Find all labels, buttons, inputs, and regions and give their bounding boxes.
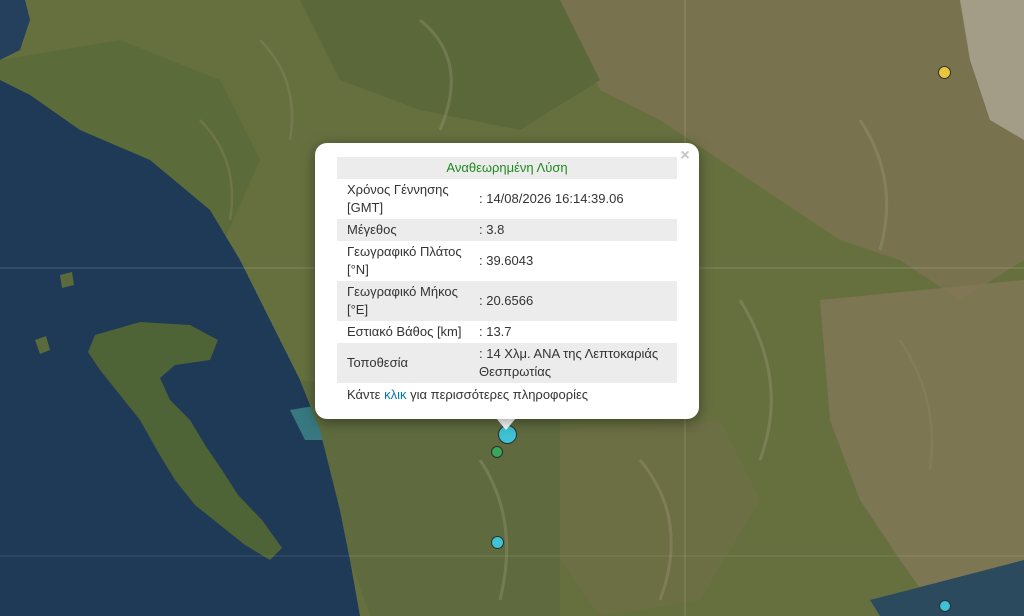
popup-tip <box>496 418 516 430</box>
depth-value: : 13.7 <box>479 324 512 339</box>
longitude-label: Γεωγραφικό Μήκος [°E] <box>337 281 475 321</box>
location-label: Τοποθεσία <box>337 343 475 383</box>
longitude-value: : 20.6566 <box>475 281 677 321</box>
more-info-link[interactable]: κλικ <box>384 387 406 402</box>
earthquake-info-popup: × Αναθεωρημένη Λύση Χρόνος Γέννησης [GMT… <box>315 143 699 419</box>
detail-row-location: Τοποθεσία : 14 Χλμ. ΑΝΑ της Λεπτοκαριάς … <box>337 343 677 383</box>
location-value: : 14 Χλμ. ΑΝΑ της Λεπτοκαριάς Θεσπρωτίας <box>475 343 677 383</box>
more-info-prefix: Κάντε <box>347 387 385 402</box>
detail-row-latitude: Γεωγραφικό Πλάτος [°N] : 39.6043 <box>337 241 677 281</box>
detail-row-depth: Εστιακό Βάθος [km] : 13.7 <box>337 321 677 343</box>
more-info-suffix: για περισσότερες πληροφορίες <box>406 387 589 402</box>
magnitude-value: : 3.8 <box>475 219 677 241</box>
depth-label: Εστιακό Βάθος [km] <box>347 324 462 339</box>
earthquake-details-table: Αναθεωρημένη Λύση Χρόνος Γέννησης [GMT] … <box>337 157 677 383</box>
detail-row-magnitude: Μέγεθος : 3.8 <box>337 219 677 241</box>
detail-row-origin-time: Χρόνος Γέννησης [GMT] : 14/08/2026 16:14… <box>337 179 677 219</box>
latitude-label: Γεωγραφικό Πλάτος [°N] <box>347 244 462 277</box>
magnitude-label: Μέγεθος <box>337 219 475 241</box>
origin-time-label: Χρόνος Γέννησης [GMT] <box>347 182 449 215</box>
earthquake-marker-green[interactable] <box>491 446 503 458</box>
latitude-value: : 39.6043 <box>479 253 534 268</box>
popup-title: Αναθεωρημένη Λύση <box>337 157 677 179</box>
more-info-text: Κάντε κλικ για περισσότερες πληροφορίες <box>347 386 677 404</box>
detail-row-longitude: Γεωγραφικό Μήκος [°E] : 20.6566 <box>337 281 677 321</box>
close-icon[interactable]: × <box>677 146 693 166</box>
earthquake-marker-cyan-southeast[interactable] <box>939 600 951 612</box>
origin-time-value: : 14/08/2026 16:14:39.06 <box>479 191 624 206</box>
earthquake-marker-yellow[interactable] <box>938 66 951 79</box>
earthquake-marker-cyan-south[interactable] <box>491 536 504 549</box>
